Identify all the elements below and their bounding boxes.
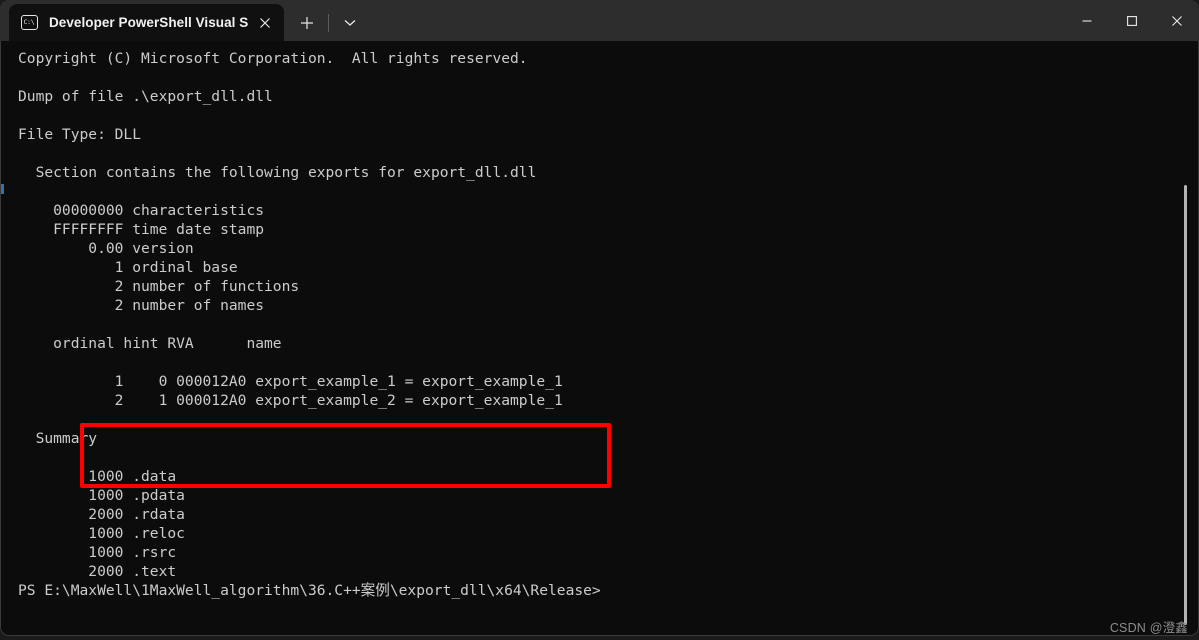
watermark: CSDN @澄鑫 (1109, 621, 1188, 635)
tab-developer-powershell[interactable]: C:\ Developer PowerShell Visual S (9, 4, 285, 41)
window-close-icon[interactable] (1154, 0, 1199, 41)
terminal-line: FFFFFFFF time date stamp (18, 221, 265, 238)
terminal-line: Section contains the following exports f… (18, 164, 537, 181)
terminal-prompt-line: PS E:\MaxWell\1MaxWell_algorithm\36.C++案… (18, 582, 601, 599)
terminal-line: 2 number of names (18, 297, 265, 314)
terminal-line: Summary (18, 430, 98, 447)
terminal-body[interactable]: Copyright (C) Microsoft Corporation. All… (0, 41, 1199, 636)
console-prompt-icon-text: C:\ (23, 18, 35, 26)
chevron-down-icon[interactable] (333, 8, 367, 38)
terminal-line: ordinal hint RVA name (18, 335, 282, 352)
terminal-line: File Type: DLL (18, 126, 142, 143)
terminal-line: 1 0 000012A0 export_example_1 = export_e… (18, 373, 563, 390)
terminal-line: 2000 .rdata (18, 506, 185, 523)
tab-title: Developer PowerShell Visual S (49, 15, 249, 30)
tabstrip-divider (328, 13, 330, 32)
terminal-line: Copyright (C) Microsoft Corporation. All… (18, 50, 528, 67)
scrollbar-gutter-mark (1, 184, 4, 194)
tabstrip-actions (284, 4, 367, 41)
plus-icon[interactable] (290, 8, 324, 38)
terminal-line: 00000000 characteristics (18, 202, 265, 219)
terminal-line: 1 ordinal base (18, 259, 238, 276)
console-prompt-icon: C:\ (21, 15, 38, 30)
title-bar: C:\ Developer PowerShell Visual S (0, 0, 1199, 41)
minimize-icon[interactable] (1064, 0, 1109, 41)
maximize-icon[interactable] (1109, 0, 1154, 41)
terminal-line: Dump of file .\export_dll.dll (18, 88, 273, 105)
terminal-line: 2 number of functions (18, 278, 300, 295)
terminal-output[interactable]: Copyright (C) Microsoft Corporation. All… (1, 41, 1198, 635)
terminal-line: 2 1 000012A0 export_example_2 = export_e… (18, 392, 563, 409)
terminal-window: C:\ Developer PowerShell Visual S Copyri… (0, 0, 1199, 636)
terminal-scrollbar-thumb[interactable] (1184, 185, 1187, 625)
screenshot-root: C:\ Developer PowerShell Visual S Copyri… (0, 0, 1199, 640)
tab-close-icon[interactable] (252, 10, 278, 36)
window-controls (1064, 0, 1199, 41)
terminal-line: 2000 .text (18, 563, 177, 580)
terminal-line: 1000 .rsrc (18, 544, 177, 561)
terminal-line: 1000 .reloc (18, 525, 185, 542)
terminal-line: 0.00 version (18, 240, 194, 257)
terminal-line: 1000 .data (18, 468, 177, 485)
terminal-line: 1000 .pdata (18, 487, 185, 504)
